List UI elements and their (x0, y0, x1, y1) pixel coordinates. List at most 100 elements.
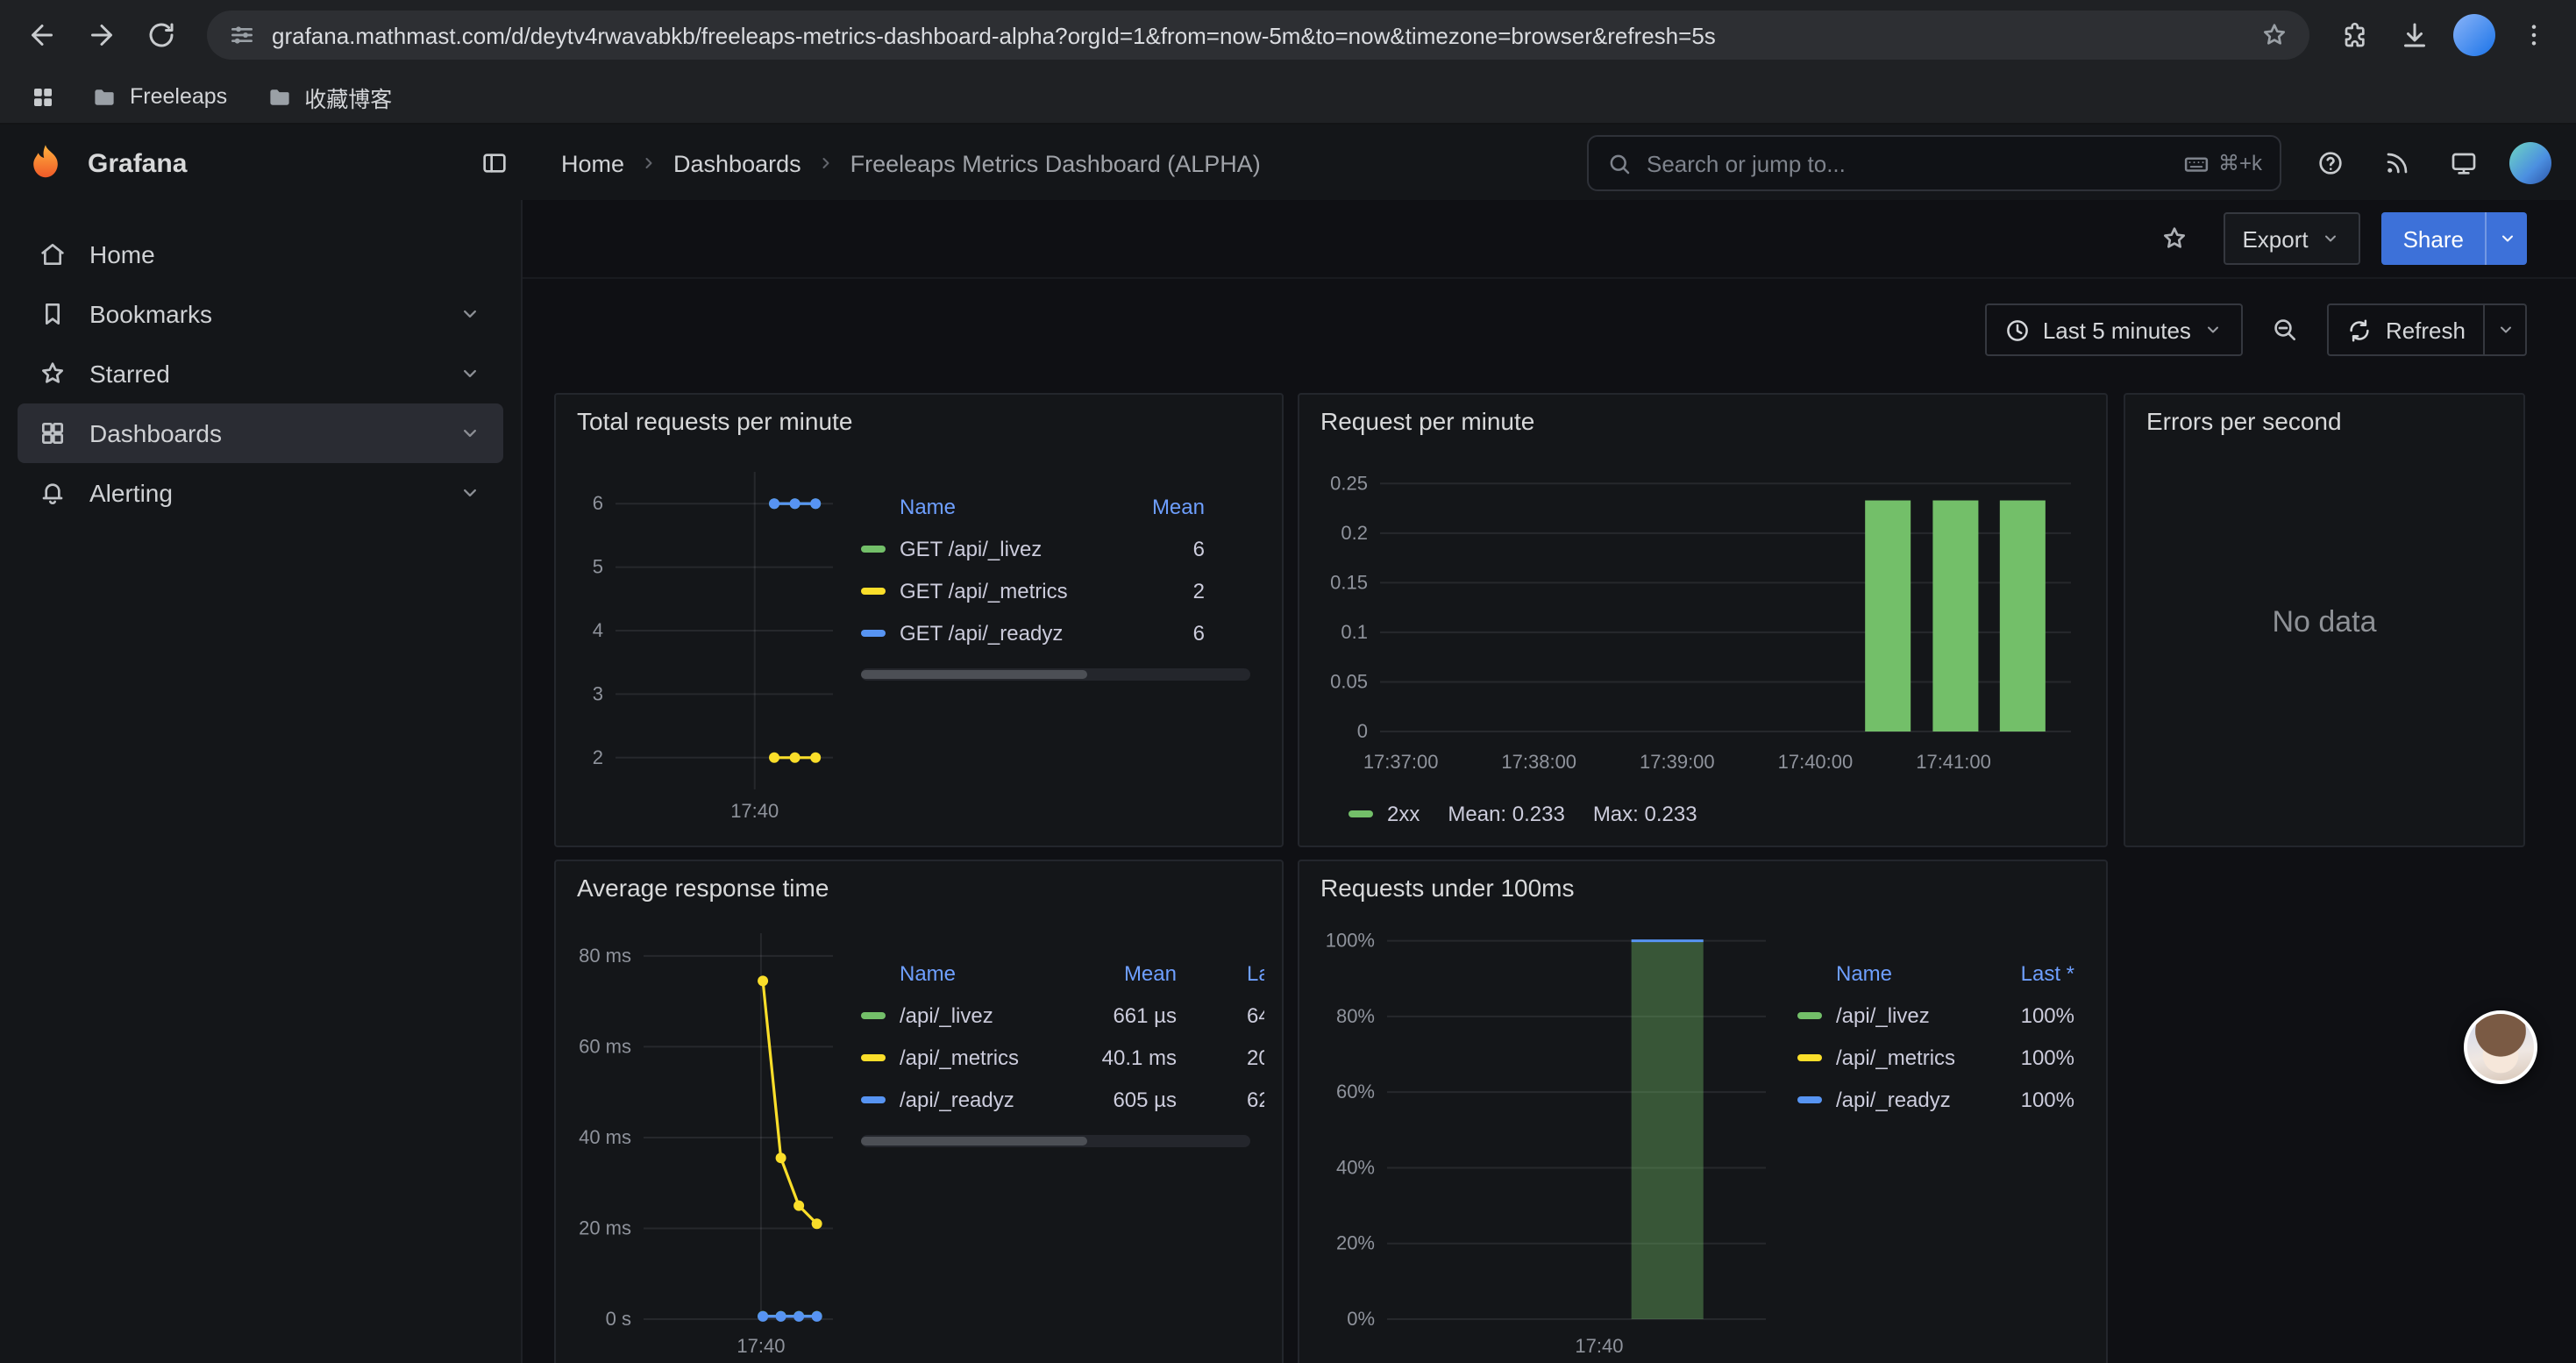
time-range-picker[interactable]: Last 5 minutes (1985, 303, 2244, 356)
star-icon (39, 360, 67, 388)
browser-profile-avatar[interactable] (2453, 14, 2495, 56)
timeseries-chart[interactable]: 80 ms60 ms40 ms20 ms0 s17:40 (573, 914, 847, 1363)
chevron-down-icon[interactable] (458, 421, 482, 446)
breadcrumb: Home Dashboards Freeleaps Metrics Dashbo… (561, 150, 1587, 176)
back-button[interactable] (14, 7, 70, 63)
legend-row[interactable]: GET /api/_livez6 (861, 528, 1250, 570)
address-bar[interactable]: grafana.mathmast.com/d/deytv4rwavabkb/fr… (207, 11, 2309, 60)
chart-canvas[interactable]: 80 ms60 ms40 ms20 ms0 s17:40 (573, 914, 847, 1361)
help-button[interactable] (2302, 135, 2359, 191)
legend-col[interactable]: Mean (1071, 961, 1177, 986)
chevron-down-icon[interactable] (458, 481, 482, 505)
dashboard-main: Export Share Last 5 minutes Refresh (523, 200, 2576, 1363)
refresh-button[interactable]: Refresh (2330, 305, 2483, 354)
search-icon (1606, 150, 1633, 176)
legend-scrollbar-thumb[interactable] (861, 1137, 1087, 1145)
favorite-dashboard-button[interactable] (2145, 211, 2202, 267)
search-input[interactable]: Search or jump to... ⌘+k (1587, 135, 2281, 191)
panel-title[interactable]: Request per minute (1299, 395, 2106, 447)
bar-chart[interactable]: 100%80%60%40%20%0%17:40 (1317, 914, 1783, 1363)
legend-header: NameMean (861, 486, 1250, 528)
extensions-button[interactable] (2327, 7, 2383, 63)
legend-row[interactable]: GET /api/_readyz6 (861, 612, 1250, 654)
share-menu-button[interactable] (2485, 212, 2527, 265)
chart-canvas[interactable]: 0.250.20.150.10.05017:37:0017:38:0017:39… (1317, 447, 2092, 777)
series-name: /api/_readyz (900, 1088, 1014, 1112)
chevron-down-icon[interactable] (458, 302, 482, 326)
chart-canvas[interactable]: 6543217:40 (573, 447, 847, 826)
bookmark-item-blog[interactable]: 收藏博客 (252, 75, 406, 118)
puzzle-icon (2341, 21, 2369, 49)
legend-scrollbar-thumb[interactable] (861, 670, 1087, 679)
legend-row[interactable]: /api/_metrics40.1 ms20.5 ms (861, 1037, 1264, 1079)
svg-text:40 ms: 40 ms (579, 1126, 631, 1148)
sidebar-item-home[interactable]: Home (18, 225, 503, 284)
monitor-icon (2450, 149, 2478, 177)
panel-title[interactable]: Requests under 100ms (1299, 861, 2106, 914)
legend-item[interactable]: 2xx (1348, 802, 1420, 826)
bookmark-star-icon[interactable] (2260, 21, 2288, 49)
breadcrumb-dashboards[interactable]: Dashboards (673, 150, 801, 176)
apps-grid-button[interactable] (18, 74, 67, 119)
legend-stat-max: Max: 0.233 (1593, 802, 1697, 826)
legend-row[interactable]: /api/_livez100% (1797, 995, 2074, 1037)
zoom-out-button[interactable] (2258, 303, 2314, 356)
site-settings-icon[interactable] (228, 21, 256, 49)
legend-col[interactable]: Mean (1110, 495, 1205, 519)
legend-scrollbar[interactable] (861, 1135, 1250, 1147)
user-avatar[interactable] (2509, 142, 2551, 184)
assistant-avatar[interactable] (2464, 1010, 2537, 1084)
legend-col-name[interactable]: Name (1797, 961, 1980, 986)
mega-menu-toggle[interactable] (466, 135, 523, 191)
breadcrumb-home[interactable]: Home (561, 150, 624, 176)
legend-row[interactable]: GET /api/_metrics2 (861, 570, 1250, 612)
panel-requests-under-100ms: Requests under 100ms 100%80%60%40%20%0%1… (1298, 860, 2108, 1363)
search-placeholder: Search or jump to... (1647, 150, 2169, 176)
bookmark-item-freeleaps[interactable]: Freeleaps (77, 78, 241, 115)
downloads-button[interactable] (2387, 7, 2443, 63)
svg-text:6: 6 (593, 492, 603, 514)
legend-col[interactable]: Last * (1980, 961, 2074, 986)
chart-canvas[interactable]: 100%80%60%40%20%0%17:40 (1317, 914, 1783, 1361)
sidebar-item-dashboards[interactable]: Dashboards (18, 403, 503, 463)
series-name: GET /api/_metrics (900, 579, 1068, 603)
browser-menu-button[interactable] (2506, 7, 2562, 63)
panel-title[interactable]: Total requests per minute (556, 395, 1282, 447)
legend-row[interactable]: /api/_readyz100% (1797, 1079, 2074, 1121)
chevron-down-icon[interactable] (458, 361, 482, 386)
svg-text:0%: 0% (1347, 1308, 1375, 1330)
legend-row[interactable]: /api/_readyz605 µs620 µs (861, 1079, 1264, 1121)
panel-request-per-minute: Request per minute 0.250.20.150.10.05017… (1298, 393, 2108, 847)
svg-text:17:39:00: 17:39:00 (1640, 751, 1715, 773)
sidebar-item-starred[interactable]: Starred (18, 344, 503, 403)
panel-title[interactable]: Errors per second (2125, 395, 2523, 447)
share-button[interactable]: Share (2382, 212, 2485, 265)
kebab-menu-icon (2520, 21, 2548, 49)
sidebar-item-bookmarks[interactable]: Bookmarks (18, 284, 503, 344)
legend-col-name[interactable]: Name (861, 495, 1110, 519)
legend-header: NameMean Last * (861, 953, 1264, 995)
forward-button[interactable] (74, 7, 130, 63)
panel-title[interactable]: Average response time (556, 861, 1282, 914)
panel-average-response-time: Average response time 80 ms60 ms40 ms20 … (554, 860, 1284, 1363)
apps-icon (39, 419, 67, 447)
sidebar-item-alerting[interactable]: Alerting (18, 463, 503, 523)
refresh-split-button: Refresh (2328, 303, 2527, 356)
legend-row[interactable]: /api/_livez661 µs646 µs (861, 995, 1264, 1037)
svg-text:17:40: 17:40 (737, 1335, 785, 1357)
arrow-left-icon (26, 19, 58, 51)
timeseries-chart[interactable]: 6543217:40 (573, 447, 847, 835)
display-button[interactable] (2436, 135, 2492, 191)
reload-button[interactable] (133, 7, 189, 63)
chart-legend: 2xx Mean: 0.233 Max: 0.233 (1317, 793, 2089, 835)
news-button[interactable] (2369, 135, 2425, 191)
legend-col-name[interactable]: Name (861, 961, 1071, 986)
export-button[interactable]: Export (2223, 212, 2360, 265)
legend-row[interactable]: /api/_metrics100% (1797, 1037, 2074, 1079)
grafana-logo-icon[interactable] (25, 142, 67, 184)
refresh-interval-button[interactable] (2483, 305, 2525, 354)
legend-col[interactable]: Last * (1247, 961, 1264, 986)
bar-chart[interactable]: 0.250.20.150.10.05017:37:0017:38:0017:39… (1317, 447, 2089, 786)
sidebar-item-label: Home (89, 240, 482, 268)
legend-scrollbar[interactable] (861, 668, 1250, 681)
